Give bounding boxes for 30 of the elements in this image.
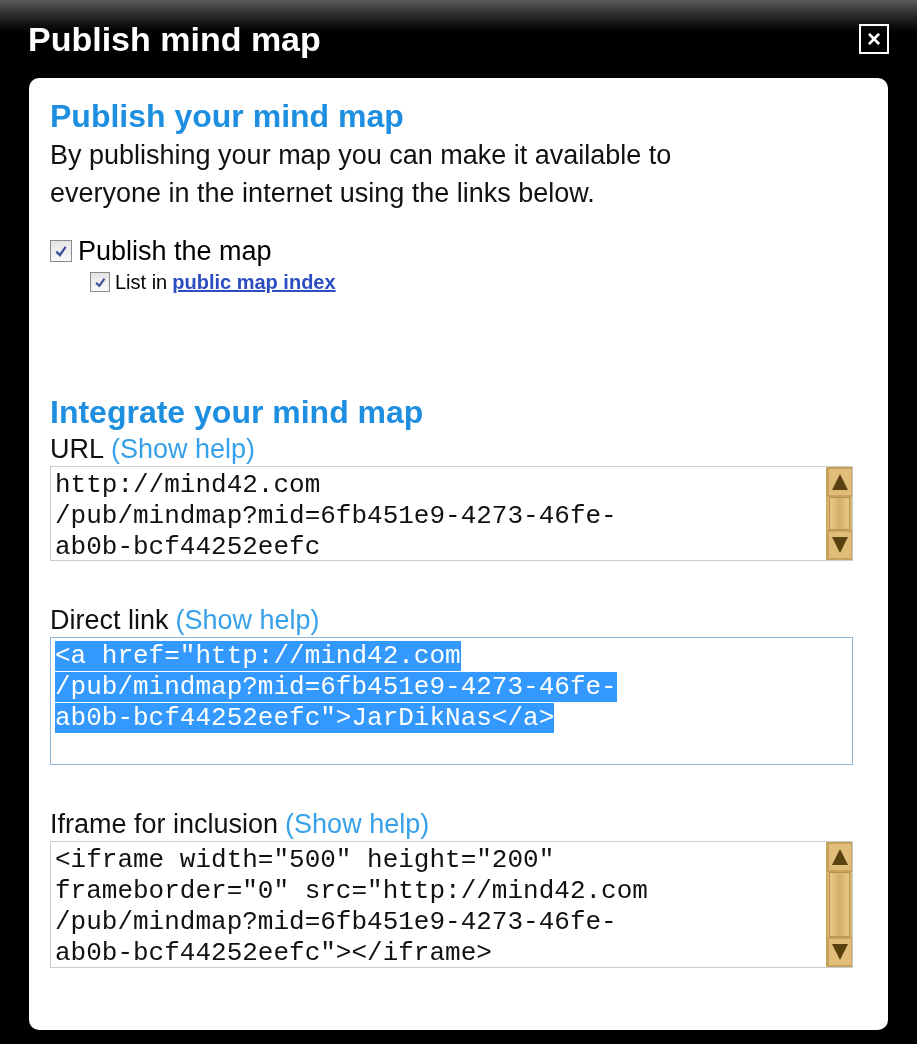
field-label: Iframe for inclusion	[50, 808, 279, 841]
checkmark-icon	[93, 275, 107, 289]
scrollbar[interactable]	[826, 842, 852, 967]
checkbox-label: List in	[115, 270, 168, 295]
code-line: /pub/mindmap?mid=6fb451e9-4273-46fe-	[55, 907, 617, 937]
index-link[interactable]: public map index	[172, 268, 336, 296]
code-line: ab0b-bcf44252eefc"></iframe>	[55, 938, 492, 967]
checkbox-label: Publish the map	[78, 235, 272, 268]
code-field[interactable]: http://mind42.com /pub/mindmap?mid=6fb451e9-4273-46fe- ab0b-bcf44252eefc	[50, 466, 853, 561]
scroll-down-icon[interactable]	[827, 530, 852, 560]
checkmark-icon	[54, 244, 68, 258]
code-line: /pub/mindmap?mid=6fb451e9-4273-46fe-	[55, 501, 617, 531]
checkbox[interactable]	[50, 240, 72, 262]
code-line: frameborder="0" src="http://mind42.com	[55, 876, 648, 906]
code-line: http://mind42.com	[55, 470, 321, 500]
scroll-down-icon[interactable]	[827, 937, 852, 967]
scroll-up-icon[interactable]	[827, 467, 852, 497]
field-label: Direct link	[50, 604, 169, 637]
code-line: <iframe width="500" height="200"	[55, 845, 555, 875]
checkbox[interactable]	[90, 272, 110, 292]
scrollbar[interactable]	[826, 467, 852, 560]
close-button[interactable]: ×	[859, 24, 889, 54]
section-heading: Integrate your mind map	[50, 393, 425, 432]
scroll-up-icon[interactable]	[827, 842, 852, 872]
field-label: URL	[50, 433, 104, 466]
code-line: ab0b-bcf44252eefc	[55, 532, 321, 560]
description: By publishing your map you can make it available to everyone in the internet using the links below.	[50, 139, 673, 210]
code-field[interactable]: <iframe width="500" height="200" frameborder="0" src="http://mind42.com /pub/mindmap?mid=6fb451e9-4273-46fe- ab0b-bcf44252eefc"></iframe>	[50, 841, 853, 968]
window-title: Publish mind map	[28, 18, 321, 60]
section-heading: Publish your mind map	[50, 97, 405, 136]
